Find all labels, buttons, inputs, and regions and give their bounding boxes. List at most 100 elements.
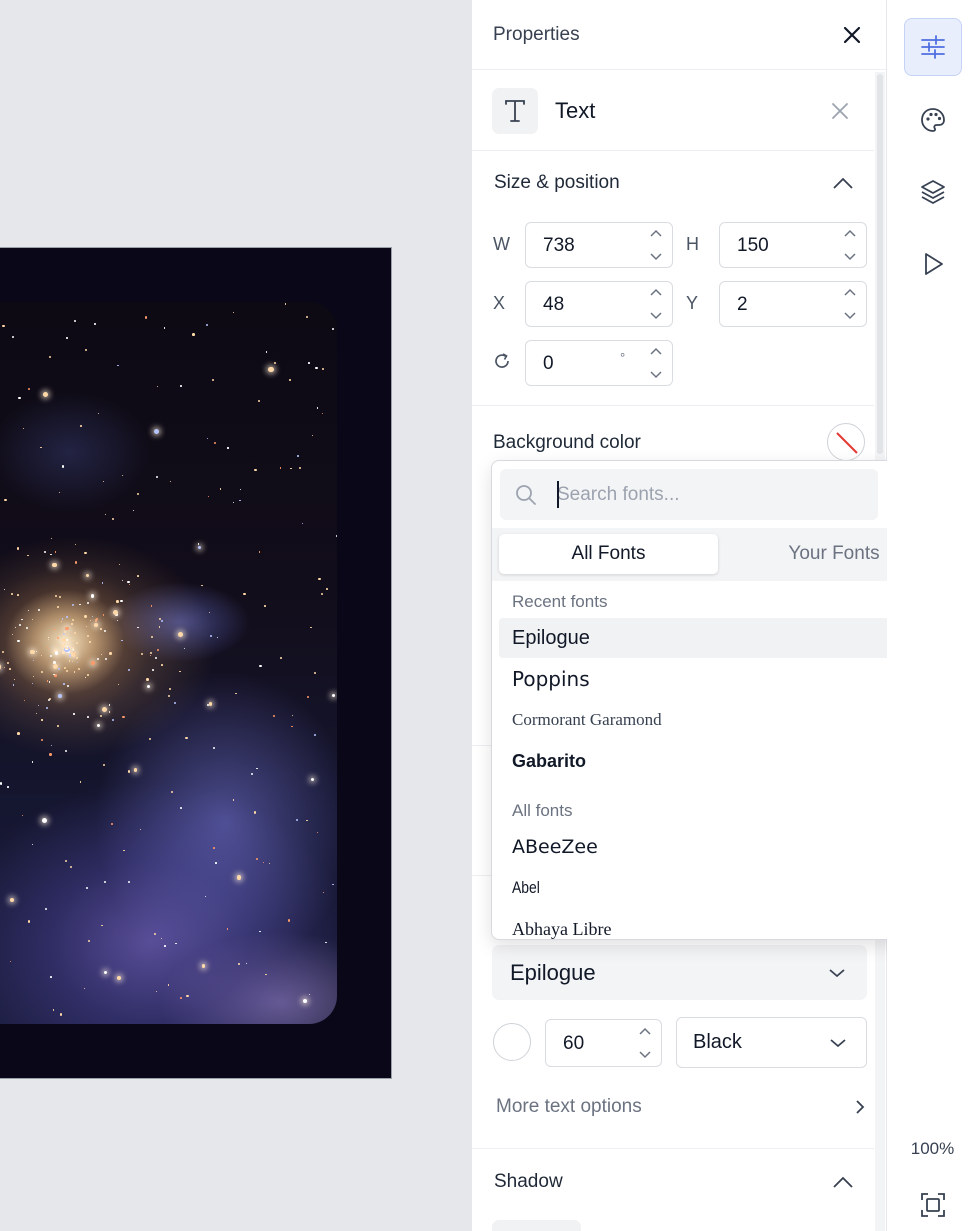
star-dot [212, 747, 215, 750]
more-text-options-button[interactable]: More text options [496, 1088, 866, 1126]
chevron-up-icon[interactable] [648, 286, 664, 298]
chevron-down-icon[interactable] [842, 310, 858, 322]
width-stepper[interactable] [648, 227, 664, 263]
chevron-down-icon[interactable] [648, 251, 664, 263]
font-size-stepper[interactable] [637, 1025, 653, 1061]
rotation-stepper[interactable] [648, 345, 664, 381]
tab-all-fonts[interactable]: All Fonts [499, 534, 718, 574]
chevron-up-icon[interactable] [842, 227, 858, 239]
x-value: 48 [543, 294, 565, 315]
layers-tool-button[interactable] [904, 163, 962, 221]
font-option-abhaya-libre[interactable]: Abhaya Libre [499, 909, 944, 939]
width-input[interactable]: 738 [525, 222, 673, 268]
star-dot [66, 337, 68, 339]
space-nebula-image[interactable] [0, 302, 337, 1024]
chevron-down-icon[interactable] [637, 1049, 653, 1061]
star-dot [118, 563, 120, 565]
size-position-header[interactable]: Size & position [472, 165, 874, 201]
shadow-preset-button[interactable] [492, 1220, 581, 1231]
star-dot [80, 425, 82, 427]
close-icon [832, 102, 848, 119]
star-dot [211, 378, 214, 381]
star-dot [185, 736, 188, 740]
scrollbar-thumb[interactable] [877, 74, 883, 454]
font-search-input[interactable]: Search fonts... [500, 469, 878, 520]
star-dot [156, 385, 159, 388]
star-dot [256, 767, 259, 770]
star-dot [43, 550, 47, 553]
star-dot [161, 937, 163, 939]
height-input[interactable]: 150 [719, 222, 867, 268]
font-tabs: All Fonts Your Fonts [492, 528, 950, 581]
star-dot [61, 618, 63, 620]
star-dot [332, 883, 334, 885]
width-label: W [493, 234, 510, 254]
theme-tool-button[interactable] [904, 91, 962, 149]
star-dot [47, 638, 49, 641]
font-option-epilogue[interactable]: Epilogue [499, 618, 944, 658]
star-dot [102, 614, 105, 616]
height-stepper[interactable] [842, 227, 858, 263]
font-weight-select[interactable]: Black [676, 1017, 867, 1068]
star-dot [32, 843, 34, 845]
star-dot [90, 594, 95, 598]
chevron-down-icon[interactable] [842, 251, 858, 263]
font-size-input[interactable]: 60 [545, 1019, 662, 1067]
fit-to-screen-button[interactable] [904, 1182, 962, 1228]
x-stepper[interactable] [648, 286, 664, 322]
shadow-header[interactable]: Shadow [472, 1164, 874, 1200]
chevron-up-icon[interactable] [832, 1175, 854, 1189]
star-dot [290, 467, 292, 470]
star-dot [174, 701, 177, 704]
star-dot [232, 311, 234, 313]
star-dot [136, 492, 139, 495]
deselect-element-button[interactable] [826, 97, 854, 125]
star-dot [220, 488, 222, 490]
font-option-gabarito[interactable]: Gabarito [499, 741, 944, 781]
star-dot [306, 315, 309, 318]
chevron-up-icon[interactable] [842, 286, 858, 298]
font-option-cormorant-garamond[interactable]: Cormorant Garamond [499, 700, 944, 740]
properties-tool-button[interactable] [904, 18, 962, 76]
font-option-abel[interactable]: Abel [499, 868, 944, 908]
star-dot [7, 786, 9, 788]
star-dot [265, 973, 267, 976]
star-dot [73, 713, 75, 715]
background-color-swatch[interactable] [827, 423, 865, 461]
chevron-down-icon[interactable] [648, 369, 664, 381]
star-dot [320, 593, 323, 596]
rotation-input[interactable]: 0 ° [525, 340, 673, 386]
chevron-down-icon[interactable] [648, 310, 664, 322]
chevron-up-icon[interactable] [832, 176, 854, 190]
font-family-select[interactable]: Epilogue [492, 945, 867, 1000]
star-dot [75, 642, 78, 644]
close-panel-button[interactable] [838, 21, 866, 49]
chevron-up-icon[interactable] [648, 227, 664, 239]
x-input[interactable]: 48 [525, 281, 673, 327]
star-dot [204, 895, 207, 897]
chevron-up-icon[interactable] [637, 1025, 653, 1037]
star-dot [27, 920, 30, 923]
y-input[interactable]: 2 [719, 281, 867, 327]
canvas-area[interactable] [0, 0, 471, 1231]
text-color-swatch[interactable] [493, 1023, 531, 1061]
star-dot [269, 863, 271, 865]
zoom-level[interactable]: 100% [887, 1139, 978, 1159]
star-dot [40, 670, 43, 673]
star-dot [133, 768, 138, 772]
star-dot [87, 674, 89, 676]
star-dot [315, 366, 318, 369]
y-stepper[interactable] [842, 286, 858, 322]
chevron-down-icon [829, 968, 845, 977]
animate-tool-button[interactable] [904, 235, 962, 293]
font-option-abeezee[interactable]: ABeeZee [499, 827, 944, 867]
star-dot [41, 719, 43, 721]
star-dot [53, 628, 56, 631]
star-dot [155, 990, 158, 993]
star-dot [52, 1008, 55, 1011]
star-dot [113, 609, 119, 615]
font-option-poppins[interactable]: Poppins [499, 659, 944, 699]
star-dot [72, 650, 74, 652]
star-dot [12, 336, 15, 339]
chevron-up-icon[interactable] [648, 345, 664, 357]
